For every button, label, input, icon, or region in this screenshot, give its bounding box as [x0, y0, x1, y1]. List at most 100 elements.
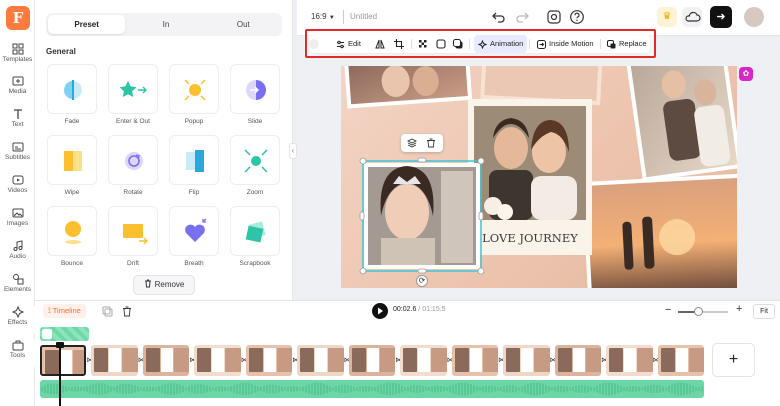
animation-button[interactable]: Animation — [474, 35, 528, 53]
timeline-clip[interactable] — [400, 345, 447, 376]
rail-templates[interactable]: Templates — [0, 43, 35, 63]
collage-photo-right — [625, 66, 737, 182]
rail-label: Media — [8, 88, 27, 95]
clip-thumbnail — [300, 348, 315, 372]
rail-text[interactable]: Text — [0, 108, 35, 128]
delete-icon[interactable] — [426, 138, 436, 148]
rail-elements[interactable]: Elements — [0, 273, 35, 293]
effect-slide[interactable]: Slide — [230, 64, 280, 125]
divider — [411, 39, 412, 49]
transparency-icon[interactable] — [418, 39, 428, 49]
effect-wipe[interactable]: Wipe — [47, 135, 97, 196]
timeline-clip[interactable] — [554, 345, 602, 376]
rail-label: Effects — [7, 319, 28, 326]
edit-button[interactable]: Edit — [332, 35, 365, 53]
shadow-icon[interactable] — [453, 39, 463, 49]
cloud-button[interactable] — [682, 7, 702, 27]
timeline-clip[interactable] — [142, 345, 190, 376]
clip-thumbnail — [45, 350, 59, 374]
clip-thumbnail — [431, 348, 447, 372]
zoom-slider-knob[interactable] — [694, 307, 703, 316]
help-icon[interactable] — [569, 9, 585, 25]
play-button[interactable] — [372, 303, 388, 319]
timeline-clip[interactable] — [606, 345, 653, 376]
videos-icon — [12, 175, 23, 185]
timeline-clip[interactable] — [451, 345, 499, 376]
add-clip-button[interactable]: + — [712, 343, 755, 377]
rail-audio[interactable]: Audio — [0, 240, 35, 260]
timeline-clip[interactable] — [91, 345, 138, 376]
timeline-clip[interactable] — [503, 345, 550, 376]
effect-bounce[interactable]: Bounce — [47, 206, 97, 267]
effect-zoom[interactable]: Zoom — [230, 135, 280, 196]
screenshot-icon[interactable] — [546, 9, 562, 25]
effect-rotate[interactable]: Rotate — [108, 135, 158, 196]
chevron-down-icon: ▼ — [328, 15, 335, 21]
clip-thumbnail — [109, 348, 122, 372]
media-icon — [12, 76, 23, 86]
rail-videos[interactable]: Videos — [0, 174, 35, 194]
play-icon — [378, 307, 383, 315]
timeline-clip[interactable] — [657, 345, 704, 376]
collapse-panel-button[interactable]: ‹ — [289, 143, 297, 159]
zoom-in-icon[interactable]: + — [736, 303, 742, 315]
effect-drift[interactable]: Drift — [108, 206, 158, 267]
element-toolbar: Edit Animation Inside Motion Replace — [309, 35, 651, 53]
aspect-ratio-select[interactable]: 16:9 ▼ — [311, 12, 335, 21]
tab-in[interactable]: In — [127, 13, 204, 36]
rail-images[interactable]: Images — [0, 207, 35, 227]
divider — [529, 39, 530, 49]
redo-icon[interactable] — [514, 9, 530, 25]
video-canvas[interactable]: LOVE JOURNEY ⟳ — [341, 66, 737, 288]
timeline-tab[interactable]: ⟟ Timeline — [43, 304, 86, 318]
zoom-out-icon[interactable]: − — [665, 304, 671, 316]
crop-icon[interactable] — [394, 39, 404, 49]
fit-button[interactable]: Fit — [753, 304, 775, 319]
clip-thumbnail — [469, 348, 482, 372]
remove-button[interactable]: Remove — [133, 275, 195, 295]
crown-icon[interactable]: ♛ — [657, 7, 677, 27]
transition-tabs: Preset In Out — [46, 13, 282, 36]
effect-label: Enter & Out — [116, 118, 150, 125]
timeline-clip[interactable] — [40, 345, 87, 376]
effect-fade[interactable]: Fade — [47, 64, 97, 125]
rail-subtitles[interactable]: Subtitles — [0, 141, 35, 161]
effect-breath[interactable]: Breath — [169, 206, 219, 267]
clip-thumbnail — [145, 348, 160, 372]
border-icon[interactable] — [436, 39, 446, 49]
brand-badge-icon[interactable]: ✿ — [739, 67, 753, 81]
project-title[interactable]: Untitled — [350, 12, 377, 21]
export-button[interactable]: ➜ — [710, 6, 732, 28]
inside-motion-button[interactable]: Inside Motion — [533, 35, 598, 53]
rotate-handle[interactable]: ⟳ — [416, 275, 428, 287]
audio-track[interactable] — [40, 380, 704, 398]
effect-scrapbook[interactable]: Scrapbook — [230, 206, 280, 267]
timeline-clip[interactable] — [297, 345, 344, 376]
audio-sticker-clip[interactable] — [40, 327, 89, 341]
tab-out[interactable]: Out — [205, 13, 282, 36]
edit-label: Edit — [348, 39, 361, 48]
effect-flip[interactable]: Flip — [169, 135, 219, 196]
tab-preset[interactable]: Preset — [48, 15, 126, 34]
trash-icon[interactable] — [122, 306, 132, 317]
rail-tools[interactable]: Tools — [0, 339, 35, 367]
effect-enter-out[interactable]: Enter & Out — [108, 64, 158, 125]
rail-media[interactable]: Media — [0, 75, 35, 95]
clip-thumbnail — [624, 348, 637, 372]
effect-label: Fade — [64, 118, 80, 125]
flip-icon[interactable] — [375, 39, 385, 49]
effect-popup[interactable]: Popup — [169, 64, 219, 125]
duplicate-icon[interactable] — [102, 306, 113, 317]
timeline-clip[interactable] — [194, 345, 241, 376]
collage-photo-top-left — [344, 66, 473, 109]
avatar[interactable] — [744, 7, 764, 27]
timeline-clip[interactable] — [245, 345, 293, 376]
layers-icon[interactable] — [407, 138, 417, 148]
undo-icon[interactable] — [491, 9, 507, 25]
timeline-clip[interactable] — [348, 345, 396, 376]
total-time: / 01:15.5 — [416, 306, 446, 313]
rail-effects[interactable]: Effects — [0, 306, 35, 334]
playhead[interactable] — [59, 345, 61, 406]
replace-button[interactable]: Replace — [603, 35, 651, 53]
clip-thumbnail — [328, 348, 344, 372]
